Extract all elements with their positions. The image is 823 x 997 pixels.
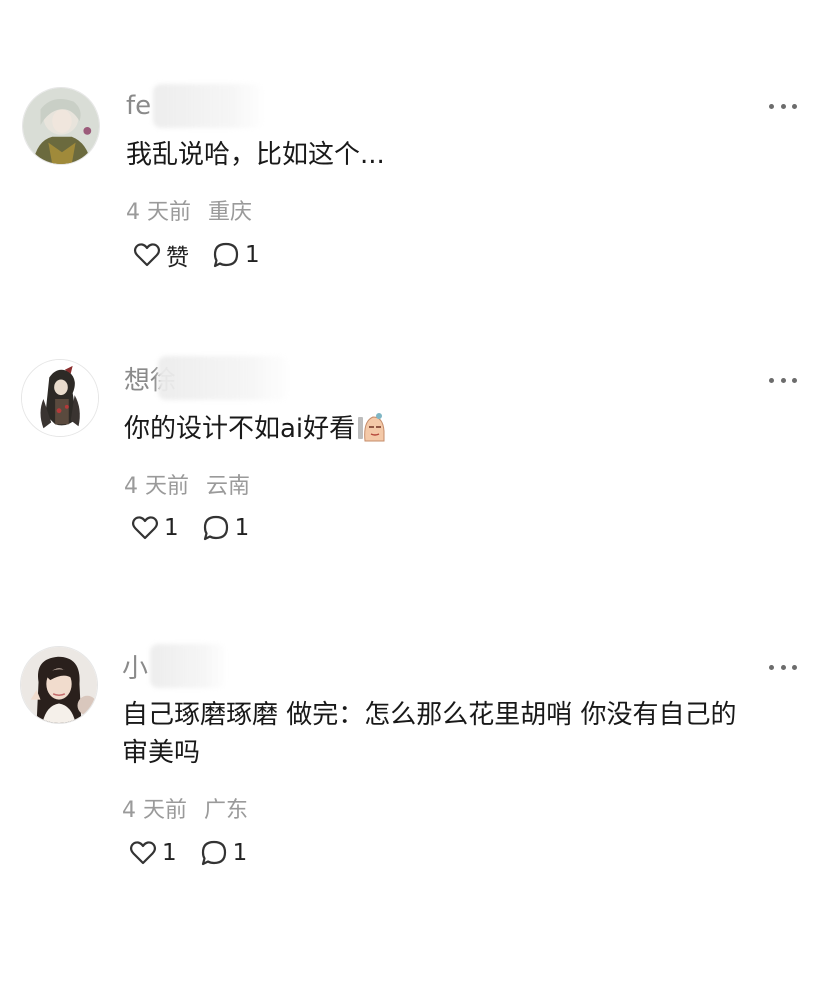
username-row: 想徐 [124, 356, 289, 400]
heart-outline-icon [133, 243, 161, 267]
avatar-image [21, 647, 97, 723]
speech-bubble-icon [213, 242, 239, 268]
comment-meta: 4 天前 重庆 [126, 194, 252, 226]
avatar-image [23, 88, 99, 164]
username-redaction [153, 84, 264, 128]
like-count: 1 [162, 840, 177, 866]
comment-text-line: 审美吗 [122, 738, 201, 768]
comment-location: 重庆 [208, 200, 253, 225]
comment-text: 自己琢磨琢磨 做完：怎么那么花里胡哨 你没有自己的 审美吗 [122, 696, 802, 772]
like-button[interactable]: 1 [130, 513, 179, 543]
like-label: 赞 [166, 245, 189, 271]
more-options-icon[interactable] [769, 663, 797, 671]
reply-button[interactable]: 1 [199, 838, 248, 868]
speech-bubble-icon [201, 840, 226, 866]
comment-text-content: 你的设计不如ai好看 [124, 414, 356, 444]
like-count: 1 [164, 515, 179, 541]
avatar[interactable] [20, 646, 98, 724]
comment-time: 4 天前 [126, 200, 191, 225]
more-options-icon[interactable] [769, 376, 797, 384]
comment-location: 云南 [206, 474, 251, 499]
comment-meta: 4 天前 云南 [124, 468, 250, 500]
username-row: 小 [122, 644, 227, 688]
username-row: fe [126, 84, 264, 128]
heart-outline-icon [131, 516, 159, 540]
comment-actions: 1 1 [130, 510, 271, 546]
comment-actions: 1 1 [128, 835, 269, 871]
heart-outline-icon [129, 841, 157, 865]
comment-text: 我乱说哈，比如这个... [126, 140, 385, 170]
avatar-image [22, 360, 98, 436]
reply-count: 1 [232, 840, 248, 866]
comment-text-line: 自己琢磨琢磨 做完：怎么那么花里胡哨 你没有自己的 [122, 700, 737, 730]
comment-text: 你的设计不如ai好看 [124, 410, 387, 448]
like-button[interactable]: 1 [128, 838, 177, 868]
comment-time: 4 天前 [122, 798, 187, 823]
comment-location: 广东 [204, 798, 249, 823]
reply-button[interactable]: 1 [201, 513, 250, 543]
avatar[interactable] [22, 87, 100, 165]
comment-actions: 赞 1 [132, 237, 282, 273]
more-options-icon[interactable] [769, 102, 797, 110]
username-redaction [158, 356, 289, 400]
reply-count: 1 [245, 242, 260, 268]
reply-count: 1 [234, 515, 250, 541]
comment-meta: 4 天前 广东 [122, 792, 248, 824]
like-button[interactable]: 赞 [132, 238, 189, 272]
username-redaction [150, 644, 227, 688]
speech-bubble-icon [203, 515, 228, 541]
username[interactable]: 小 [122, 648, 148, 685]
sticker-icon [358, 413, 385, 442]
comment-time: 4 天前 [124, 474, 189, 499]
username[interactable]: fe [126, 91, 151, 121]
reply-button[interactable]: 1 [211, 240, 260, 270]
avatar[interactable] [21, 359, 99, 437]
